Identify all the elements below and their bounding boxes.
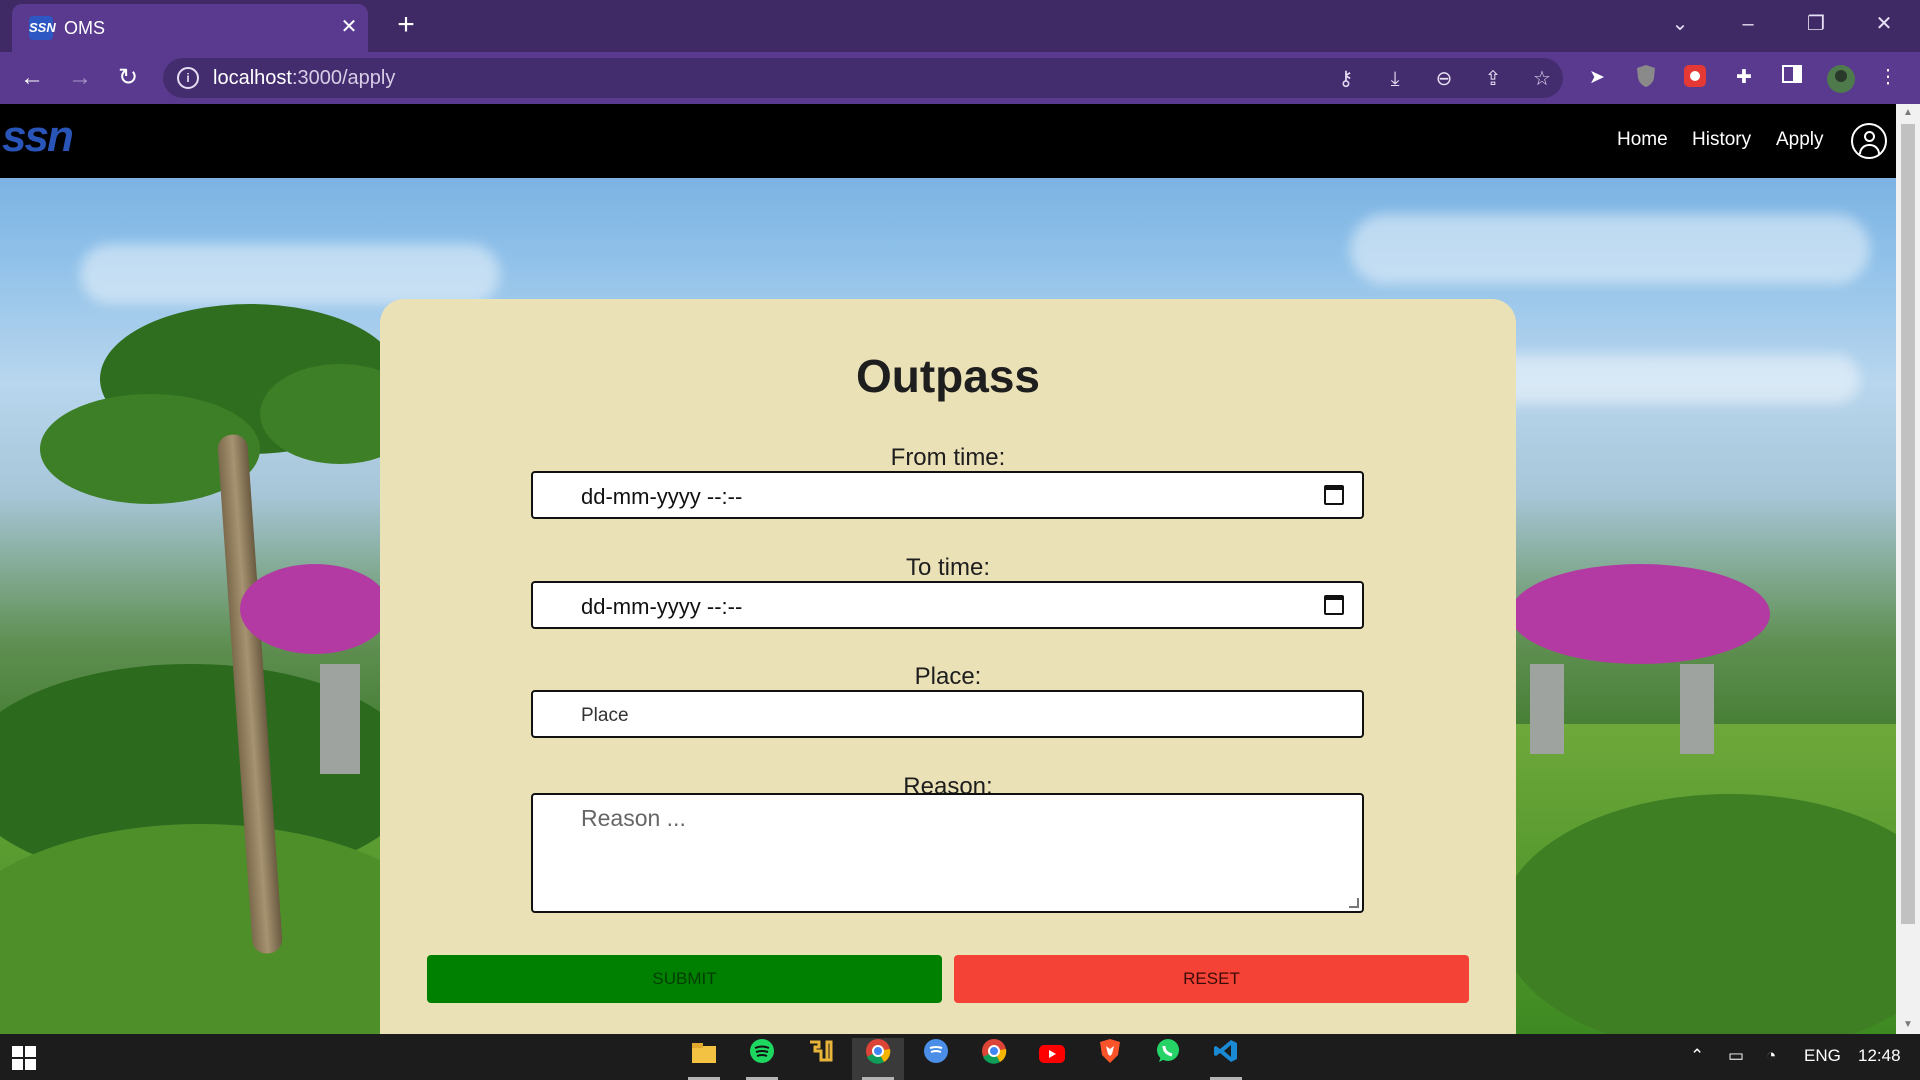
pergola-pillar-shape (1530, 664, 1564, 754)
reload-icon[interactable]: ↻ (112, 62, 144, 94)
chrome-profile-icon[interactable] (968, 1038, 1020, 1080)
key-icon[interactable]: ⚷ (1333, 66, 1359, 92)
cloud-shape (1480, 354, 1860, 404)
youtube-icon[interactable] (1026, 1038, 1078, 1080)
form-title: Outpass (855, 350, 1041, 402)
to-time-value: dd-mm-yyyy --:-- (581, 594, 743, 619)
wifi-icon[interactable]: ◔ (1766, 1046, 1776, 1066)
spotify-icon[interactable] (736, 1038, 788, 1080)
scroll-up-arrow-icon[interactable]: ▲ (1896, 104, 1920, 122)
browser-toolbar: ← → ↻ i localhost:3000/apply ⚷ ⤓ ⊖ ⇪ ☆ ➤… (0, 52, 1920, 104)
ublock-extension-icon[interactable] (1632, 64, 1660, 92)
place-input[interactable]: Place (531, 690, 1364, 738)
profile-avatar-icon[interactable] (1826, 64, 1855, 93)
window-close-icon[interactable]: ✕ (1864, 6, 1904, 42)
submit-button[interactable]: SUBMIT (427, 955, 942, 1003)
account-head-shape (1864, 131, 1875, 142)
outpass-form-card: Outpass From time: dd-mm-yyyy --:-- To t… (380, 299, 1516, 1034)
cloud-shape (80, 244, 500, 304)
start-tile (25, 1046, 36, 1057)
install-icon[interactable]: ⤓ (1382, 66, 1408, 92)
minimize-icon[interactable]: – (1728, 6, 1768, 42)
url-path: :3000/apply (291, 67, 396, 89)
address-bar[interactable]: i localhost:3000/apply ⚷ ⤓ ⊖ ⇪ ☆ (163, 58, 1563, 98)
to-time-label: To time: (905, 554, 991, 581)
spotify-web-icon[interactable] (910, 1038, 962, 1080)
tray-overflow-icon[interactable]: ⌃ (1690, 1046, 1704, 1066)
back-arrow-icon[interactable]: ← (16, 62, 48, 94)
tab-close-icon[interactable]: ✕ (336, 14, 362, 40)
reason-placeholder: Reason ... (581, 805, 686, 831)
whatsapp-icon[interactable] (1142, 1038, 1194, 1080)
page-scrollbar[interactable]: ▲ ▼ (1896, 104, 1920, 1034)
vscode-icon[interactable] (1200, 1038, 1252, 1080)
zoom-out-icon[interactable]: ⊖ (1431, 66, 1457, 92)
side-panel-icon[interactable] (1778, 64, 1806, 92)
from-time-value: dd-mm-yyyy --:-- (581, 484, 743, 509)
bookmark-star-icon[interactable]: ☆ (1529, 66, 1555, 92)
tab-title: OMS (64, 18, 106, 38)
cursor-extension-icon[interactable]: ➤ (1583, 64, 1611, 92)
start-tile (12, 1059, 23, 1070)
resize-grip-icon[interactable] (1349, 898, 1359, 908)
kebab-menu-icon[interactable]: ⋮ (1874, 64, 1902, 92)
pergola-pillar-shape (1680, 664, 1714, 754)
reset-button[interactable]: RESET (954, 955, 1469, 1003)
site-info-icon[interactable]: i (177, 67, 199, 89)
start-tile (12, 1046, 23, 1057)
nav-link-apply[interactable]: Apply (1776, 129, 1824, 151)
clock[interactable]: 12:48 (1858, 1046, 1901, 1066)
calendar-icon[interactable] (1324, 595, 1344, 615)
language-indicator[interactable]: ENG (1804, 1046, 1841, 1066)
tab-search-icon[interactable]: ⌄ (1660, 6, 1700, 42)
windows-start-icon[interactable] (12, 1046, 36, 1070)
app-icon[interactable] (794, 1038, 846, 1080)
ssn-favicon-icon: SSN (29, 16, 56, 40)
account-shoulders-shape (1859, 144, 1880, 154)
nav-link-history[interactable]: History (1692, 129, 1751, 151)
calendar-icon[interactable] (1324, 485, 1344, 505)
red-extension-icon[interactable] (1681, 64, 1709, 92)
place-placeholder: Place (581, 705, 629, 726)
restore-icon[interactable]: ❐ (1796, 6, 1836, 42)
puzzle-extensions-icon[interactable]: ✚ (1730, 64, 1758, 92)
file-explorer-icon[interactable] (678, 1038, 730, 1080)
new-tab-button[interactable]: + (390, 10, 422, 42)
account-circle-icon[interactable] (1851, 123, 1887, 159)
cloud-shape (1350, 214, 1870, 284)
bougainvillea-shape (240, 564, 390, 654)
nav-link-home[interactable]: Home (1617, 129, 1668, 151)
scroll-down-arrow-icon[interactable]: ▼ (1896, 1016, 1920, 1034)
windows-taskbar: ⌃ ▭ ◔ ENG 12:48 (0, 1034, 1920, 1080)
reason-textarea[interactable]: Reason ... (531, 793, 1364, 913)
from-time-input[interactable]: dd-mm-yyyy --:-- (531, 471, 1364, 519)
from-time-label: From time: (890, 444, 1006, 471)
start-tile (25, 1059, 36, 1070)
browser-tab-bar: SSN OMS ✕ + ⌄ – ❐ ✕ (0, 0, 1920, 52)
brave-icon[interactable] (1084, 1038, 1136, 1080)
url-host: localhost (213, 67, 292, 89)
place-label: Place: (914, 663, 982, 690)
site-navbar: ssn Home History Apply (0, 104, 1896, 178)
share-icon[interactable]: ⇪ (1480, 66, 1506, 92)
ssn-logo[interactable]: ssn (2, 112, 74, 162)
page-viewport: ssn Home History Apply Outpass From time… (0, 104, 1896, 1034)
bougainvillea-shape (1510, 564, 1770, 664)
scroll-thumb[interactable] (1901, 124, 1915, 924)
browser-tab-oms[interactable]: SSN OMS ✕ (12, 4, 368, 52)
pergola-pillar-shape (320, 664, 360, 774)
forward-arrow-icon[interactable]: → (64, 62, 96, 94)
chrome-icon[interactable] (852, 1038, 904, 1080)
url-text[interactable]: localhost:3000/apply (213, 67, 395, 90)
battery-icon[interactable]: ▭ (1728, 1046, 1744, 1066)
to-time-input[interactable]: dd-mm-yyyy --:-- (531, 581, 1364, 629)
